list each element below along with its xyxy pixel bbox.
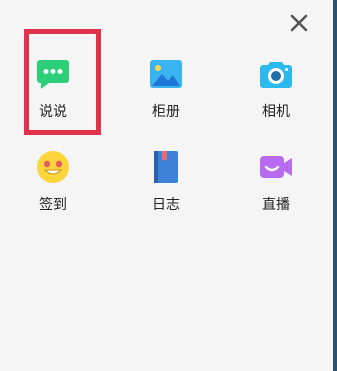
live-video-icon xyxy=(256,147,296,187)
signin-label: 签到 xyxy=(39,197,67,213)
album-label: 柜册 xyxy=(152,104,180,120)
camera-tile[interactable]: 相机 xyxy=(236,54,316,134)
album-tile[interactable]: 柜册 xyxy=(126,54,206,134)
close-icon xyxy=(290,14,308,32)
live-tile[interactable]: 直播 xyxy=(236,147,316,227)
shuoshuo-label: 说说 xyxy=(39,104,67,120)
share-menu-panel: 说说 柜册 相机 签到 日志 直播 xyxy=(0,0,337,371)
close-button[interactable] xyxy=(286,10,312,36)
chat-bubble-icon xyxy=(33,54,73,94)
camera-label: 相机 xyxy=(262,104,290,120)
diary-label: 日志 xyxy=(152,197,180,213)
photo-album-icon xyxy=(146,54,186,94)
signin-tile[interactable]: 签到 xyxy=(13,147,93,227)
diary-tile[interactable]: 日志 xyxy=(126,147,206,227)
window-edge xyxy=(333,0,337,371)
smiley-face-icon xyxy=(33,147,73,187)
diary-book-icon xyxy=(146,147,186,187)
camera-icon xyxy=(256,54,296,94)
live-label: 直播 xyxy=(262,197,290,213)
shuoshuo-tile[interactable]: 说说 xyxy=(13,54,93,134)
